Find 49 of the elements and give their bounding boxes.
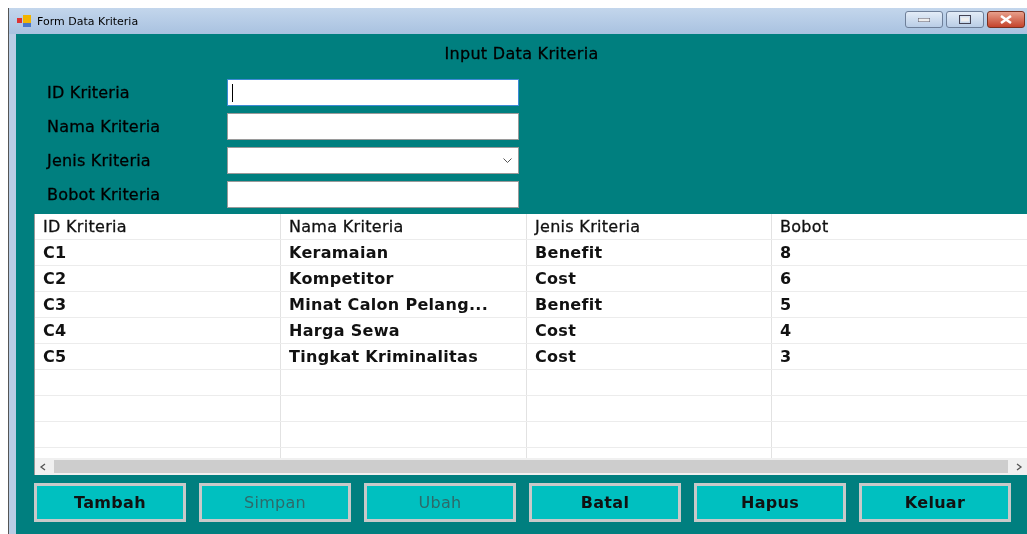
table-cell: Cost <box>527 318 772 343</box>
chevron-down-icon <box>503 158 512 163</box>
app-icon <box>17 15 31 27</box>
action-button[interactable]: Keluar <box>859 483 1011 522</box>
maximize-icon <box>959 15 971 24</box>
action-button[interactable]: Hapus <box>694 483 846 522</box>
field-label: Jenis Kriteria <box>47 151 152 170</box>
table-cell: 4 <box>772 318 1027 343</box>
table-cell: Minat Calon Pelang... <box>281 292 527 317</box>
table-cell: Benefit <box>527 240 772 265</box>
column-header[interactable]: Jenis Kriteria <box>527 214 772 239</box>
input-field[interactable] <box>227 181 519 208</box>
table-cell: Harga Sewa <box>281 318 527 343</box>
table-cell: C1 <box>35 240 281 265</box>
column-header[interactable]: Nama Kriteria <box>281 214 527 239</box>
table-cell: 5 <box>772 292 1027 317</box>
minimize-icon <box>918 17 930 22</box>
table-cell: Kompetitor <box>281 266 527 291</box>
table-cell: Benefit <box>527 292 772 317</box>
table-cell: C2 <box>35 266 281 291</box>
field-label: ID Kriteria <box>47 83 131 102</box>
minimize-button[interactable] <box>905 11 943 28</box>
action-button[interactable]: Tambah <box>34 483 186 522</box>
window-title: Form Data Kriteria <box>37 14 140 28</box>
form-heading: Input Data Kriteria <box>444 43 599 65</box>
column-header[interactable]: ID Kriteria <box>35 214 281 239</box>
dropdown-field[interactable] <box>227 147 519 174</box>
table-cell: Cost <box>527 344 772 369</box>
scrollbar-thumb[interactable] <box>54 460 1008 473</box>
input-field[interactable] <box>227 113 519 140</box>
horizontal-scrollbar[interactable] <box>35 458 1027 475</box>
close-icon <box>1000 15 1012 24</box>
table-cell: Cost <box>527 266 772 291</box>
field-label: Nama Kriteria <box>47 117 162 136</box>
table-cell: 6 <box>772 266 1027 291</box>
table-cell: 8 <box>772 240 1027 265</box>
table-cell: Tingkat Kriminalitas <box>281 344 527 369</box>
table-cell: C5 <box>35 344 281 369</box>
action-button[interactable]: Batal <box>529 483 681 522</box>
table-cell: 3 <box>772 344 1027 369</box>
table-cell: C4 <box>35 318 281 343</box>
text-cursor <box>232 83 233 102</box>
table-cell: Keramaian <box>281 240 527 265</box>
field-label: Bobot Kriteria <box>47 185 162 204</box>
table-cell: C3 <box>35 292 281 317</box>
close-button[interactable] <box>987 11 1025 28</box>
column-header[interactable]: Bobot <box>772 214 1027 239</box>
maximize-button[interactable] <box>946 11 984 28</box>
input-field[interactable] <box>227 79 519 106</box>
